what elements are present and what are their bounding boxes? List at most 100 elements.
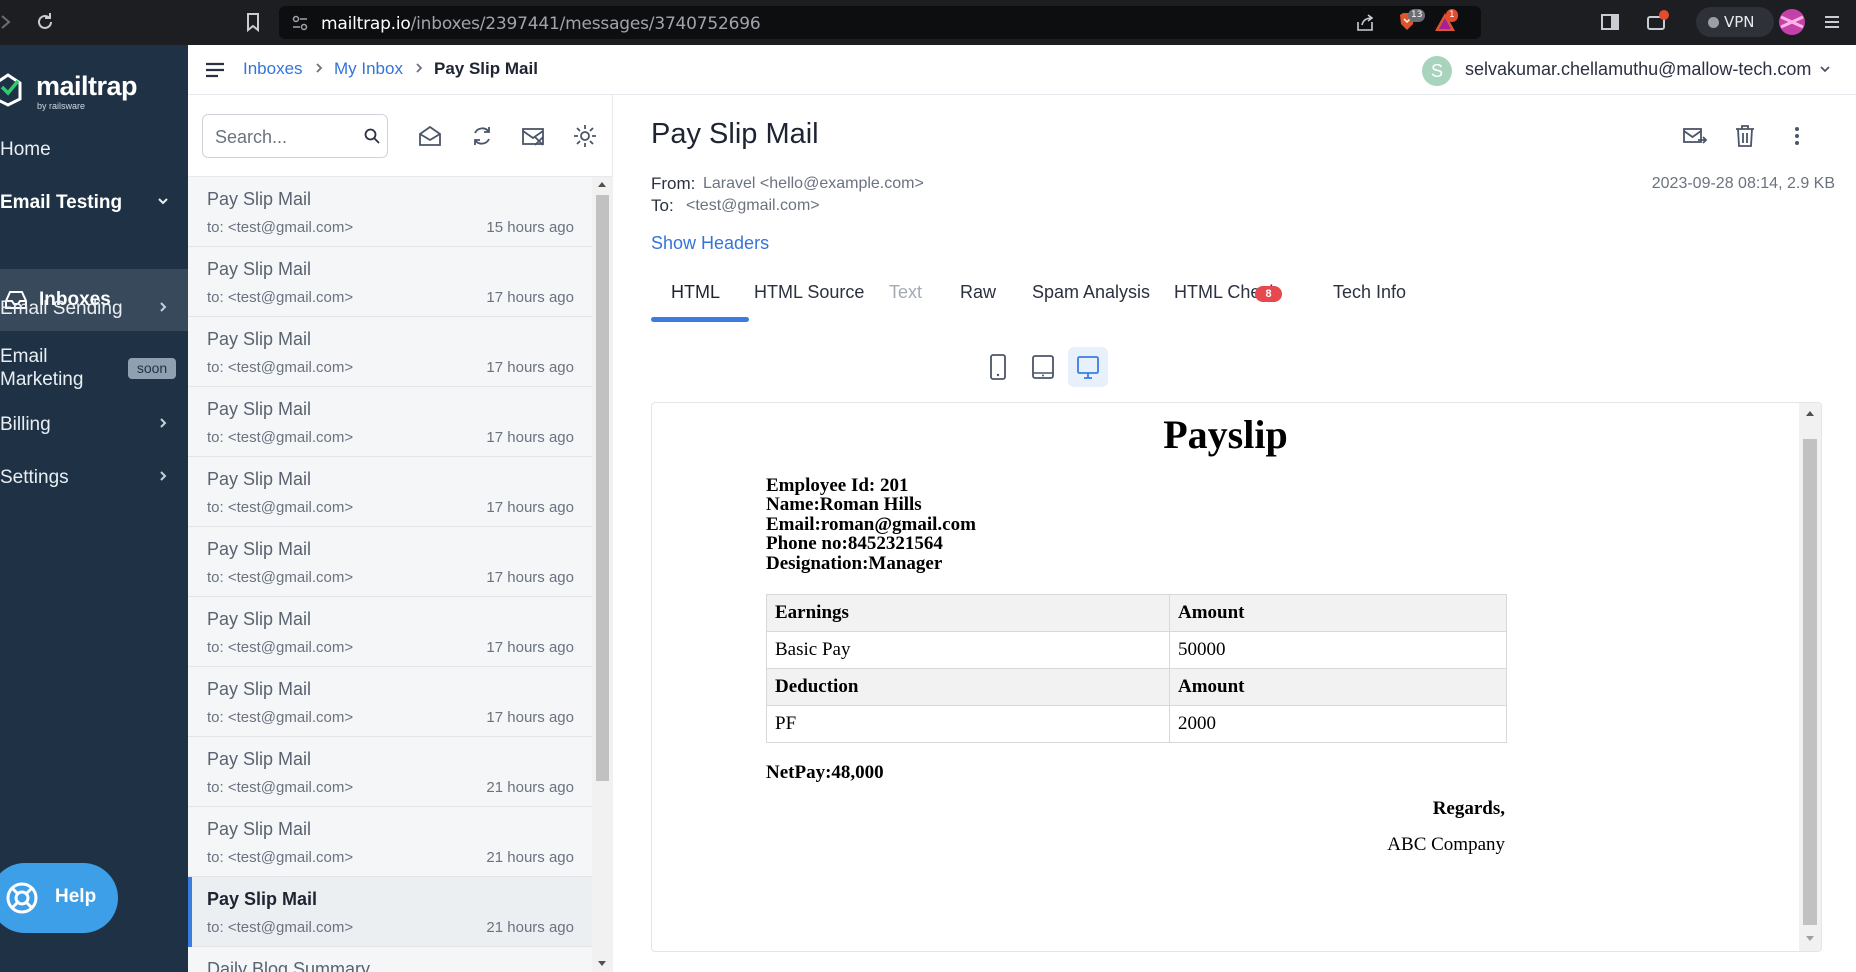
nav-settings-label: Settings [0,467,69,488]
address-bar[interactable]: mailtrap.io/inboxes/2397441/messages/374… [279,6,1481,39]
chevron-down-icon[interactable] [1818,62,1832,76]
message-row[interactable]: Pay Slip Mail to: <test@gmail.com> 17 ho… [188,667,592,737]
scroll-down-icon[interactable] [597,960,607,968]
from-value: Laravel <hello@example.com> [703,175,924,192]
message-row[interactable]: Pay Slip Mail to: <test@gmail.com> 17 ho… [188,457,592,527]
message-time: 21 hours ago [486,779,574,796]
share-icon[interactable] [1355,13,1375,33]
nav-email-sending[interactable]: Email Sending [0,298,188,320]
list-scroll-thumb[interactable] [596,195,609,781]
refresh-icon[interactable] [469,123,495,149]
forward-icon[interactable] [0,10,24,34]
message-list-panel: Pay Slip Mail to: <test@gmail.com> 15 ho… [188,95,613,972]
tab-spam-analysis[interactable]: Spam Analysis [1032,282,1150,303]
search-field[interactable] [202,114,388,158]
mailtrap-logo[interactable]: mailtrap by railsware [0,69,188,111]
breadcrumb-current: Pay Slip Mail [434,59,538,78]
message-row[interactable]: Pay Slip Mail to: <test@gmail.com> 15 ho… [188,177,592,247]
message-recipient: to: <test@gmail.com> [207,429,354,446]
message-time: 17 hours ago [486,639,574,656]
payslip-table: Earnings Amount Basic Pay 50000 Deductio… [766,594,1507,743]
brave-count-badge: 13 [1408,9,1426,22]
gear-icon[interactable] [572,123,598,149]
message-row[interactable]: Pay Slip Mail to: <test@gmail.com> 17 ho… [188,597,592,667]
trash-icon[interactable] [1732,123,1758,149]
browser-toolbar: mailtrap.io/inboxes/2397441/messages/374… [0,0,1856,45]
html-check-count-badge: 8 [1255,286,1282,302]
tab-html-source[interactable]: HTML Source [754,282,864,303]
message-row[interactable]: Daily Blog Summary [188,947,592,972]
netpay: NetPay:48,000 [766,762,884,783]
hamburger-icon[interactable] [204,59,226,81]
message-row-selected[interactable]: Pay Slip Mail to: <test@gmail.com> 21 ho… [188,877,592,947]
user-avatar[interactable]: S [1422,56,1452,86]
scroll-down-icon[interactable] [1805,935,1815,943]
breadcrumb-my-inbox[interactable]: My Inbox [334,59,403,79]
site-settings-icon[interactable] [291,14,309,32]
message-view: Pay Slip Mail From: Laravel <hello@examp… [614,95,1856,972]
tab-raw[interactable]: Raw [960,282,996,303]
preview-scrollbar[interactable] [1799,403,1821,951]
basic-pay-label: Basic Pay [766,631,1170,669]
search-input[interactable] [215,125,355,149]
tab-html[interactable]: HTML [671,282,720,303]
table-row: Deduction Amount [766,668,1507,706]
desktop-view-icon[interactable] [1068,347,1108,387]
earnings-header: Earnings [766,594,1170,632]
table-row: Earnings Amount [766,594,1507,632]
breadcrumb-inboxes[interactable]: Inboxes [243,59,303,79]
mark-read-icon[interactable] [417,123,443,149]
user-email[interactable]: selvakumar.chellamuthu@mallow-tech.com [1465,59,1811,80]
message-row[interactable]: Pay Slip Mail to: <test@gmail.com> 17 ho… [188,317,592,387]
message-row[interactable]: Pay Slip Mail to: <test@gmail.com> 21 ho… [188,737,592,807]
nav-settings[interactable]: Settings [0,467,188,489]
reload-icon[interactable] [33,10,57,34]
url-text: mailtrap.io/inboxes/2397441/messages/374… [321,14,761,34]
sidebar-toggle-icon[interactable] [1598,10,1622,34]
forward-email-icon[interactable] [1682,123,1708,149]
nav-home[interactable]: Home [0,139,188,161]
nav-email-marketing-label-1: Email [0,346,48,367]
clear-inbox-icon[interactable] [520,123,546,149]
scroll-up-icon[interactable] [597,180,607,188]
message-recipient: to: <test@gmail.com> [207,499,354,516]
list-scrollbar[interactable] [592,177,613,972]
to-value: <test@gmail.com> [686,197,820,214]
nav-billing[interactable]: Billing [0,414,188,436]
profile-avatar-icon[interactable] [1777,7,1807,37]
nav-email-testing[interactable]: Email Testing [0,192,188,214]
nav-billing-label: Billing [0,414,51,435]
pf-label: PF [766,705,1170,743]
help-button[interactable]: Help [0,863,118,933]
chevron-right-icon [156,416,170,430]
vpn-button[interactable]: VPN [1696,7,1774,37]
top-header: Inboxes My Inbox Pay Slip Mail S selvaku… [188,45,1856,95]
preview-scroll-thumb[interactable] [1803,439,1817,925]
amount-header: Amount [1169,594,1507,632]
bookmark-icon[interactable] [241,10,265,34]
tab-text[interactable]: Text [889,282,922,303]
mobile-view-icon[interactable] [978,347,1018,387]
message-row[interactable]: Pay Slip Mail to: <test@gmail.com> 17 ho… [188,247,592,317]
nav-email-marketing-label-2: Marketing [0,369,84,390]
tab-tech-info[interactable]: Tech Info [1333,282,1406,303]
show-headers-link[interactable]: Show Headers [651,233,769,254]
more-options-icon[interactable] [1784,123,1810,149]
help-label: Help [55,886,97,907]
message-row[interactable]: Pay Slip Mail to: <test@gmail.com> 17 ho… [188,527,592,597]
message-subject: Pay Slip Mail [207,609,312,629]
logo-wordmark: mailtrap [36,71,138,101]
message-subject: Pay Slip Mail [207,259,312,279]
scroll-up-icon[interactable] [1805,409,1815,417]
message-row[interactable]: Pay Slip Mail to: <test@gmail.com> 21 ho… [188,807,592,877]
message-recipient: to: <test@gmail.com> [207,359,354,376]
message-subject: Pay Slip Mail [207,749,312,769]
search-icon[interactable] [363,127,381,145]
message-subject: Pay Slip Mail [207,889,318,909]
message-row[interactable]: Pay Slip Mail to: <test@gmail.com> 17 ho… [188,387,592,457]
chevron-down-icon [156,194,170,208]
message-rows: Pay Slip Mail to: <test@gmail.com> 15 ho… [188,177,592,972]
menu-icon[interactable] [1820,10,1844,34]
tablet-view-icon[interactable] [1023,347,1063,387]
wallet-icon[interactable] [1645,10,1669,34]
